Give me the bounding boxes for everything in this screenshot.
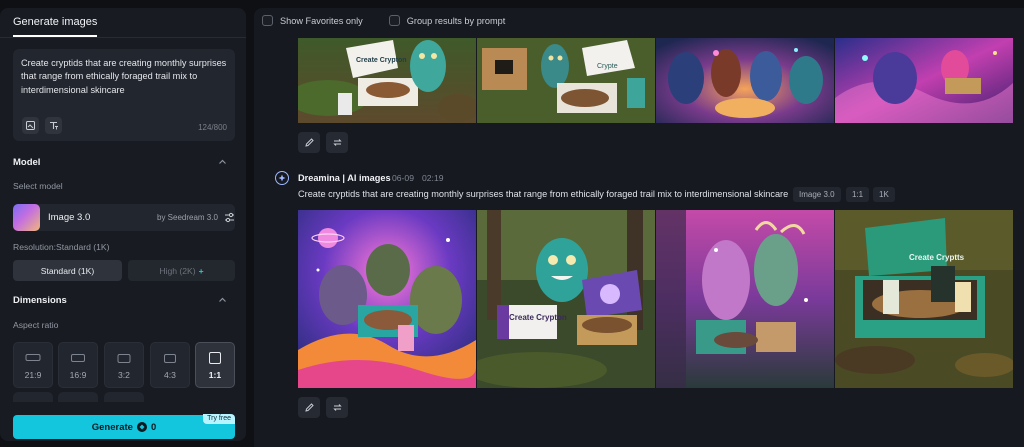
generated-image[interactable] — [835, 38, 1013, 123]
prompt-input[interactable]: Create cryptids that are creating monthl… — [13, 49, 235, 141]
generated-image[interactable]: Create Crypton — [298, 38, 476, 123]
filter-bar: Show Favorites only Group results by pro… — [262, 15, 505, 26]
panel-header: Generate images — [0, 8, 246, 38]
generated-image[interactable]: Create Crypton — [477, 210, 655, 388]
image-ref-icon — [26, 121, 35, 130]
results-area: Show Favorites only Group results by pro… — [254, 8, 1024, 447]
group-by-prompt-label: Group results by prompt — [406, 15, 506, 26]
image-content: Create Cryptts — [835, 210, 1013, 388]
chevron-up-icon[interactable] — [218, 158, 227, 166]
ratio-3-2-button[interactable]: 3:2 — [104, 342, 144, 388]
resolution-high-button[interactable]: High (2K) + — [128, 260, 235, 281]
credit-icon — [136, 422, 147, 432]
author-name[interactable]: Dreamina | AI images — [298, 173, 391, 183]
edit-button[interactable] — [298, 397, 320, 418]
text-style-icon — [50, 121, 58, 130]
generation-prompt[interactable]: Create cryptids that are creating monthl… — [298, 189, 788, 199]
image-ref-button[interactable] — [22, 117, 39, 134]
generation-date: 06-09 — [392, 173, 414, 183]
plus-icon: + — [198, 265, 204, 276]
regenerate-button[interactable] — [326, 397, 348, 418]
dreamina-logo-icon — [275, 171, 289, 185]
generate-button[interactable]: Generate 0 Try free — [13, 414, 235, 439]
ratio-label: 16:9 — [69, 370, 87, 380]
ratio-16-9-button[interactable]: 16:9 — [58, 342, 98, 388]
ratio-shape-icon — [164, 354, 176, 363]
resolution-standard-label: Standard (1K) — [40, 265, 95, 276]
text-style-button[interactable] — [45, 117, 62, 134]
box-label: Create Cryptts — [909, 253, 965, 262]
regenerate-icon — [332, 139, 342, 146]
image-content: Crypte — [477, 38, 655, 123]
generated-image[interactable] — [656, 210, 834, 388]
ratio-shape-icon — [117, 354, 131, 363]
edit-icon — [304, 403, 314, 412]
ratio-button-partial[interactable] — [104, 392, 144, 402]
ratio-label: 1:1 — [208, 370, 222, 380]
image-content — [656, 38, 834, 123]
model-section-title: Model — [13, 157, 41, 168]
generated-image[interactable] — [656, 38, 834, 123]
ratio-shape-icon — [71, 354, 85, 362]
ratio-label: 21:9 — [24, 370, 42, 380]
generation-time: 02:19 — [422, 173, 444, 183]
regenerate-button[interactable] — [326, 132, 348, 153]
generate-label: Generate — [91, 421, 133, 433]
prompt-tools — [22, 117, 62, 134]
generate-panel: Generate images Create cryptids that are… — [0, 8, 246, 441]
resolution-standard-button[interactable]: Standard (1K) — [13, 260, 122, 281]
show-favorites-toggle[interactable]: Show Favorites only — [262, 15, 363, 26]
generated-image[interactable] — [298, 210, 476, 388]
box-label: Create Crypton — [509, 313, 567, 322]
edit-button[interactable] — [298, 132, 320, 153]
model-name: Image 3.0 — [48, 212, 91, 223]
model-selector[interactable]: Image 3.0 by Seedream 3.0 — [13, 204, 235, 231]
model-thumbnail — [13, 204, 40, 231]
ratio-label: 3:2 — [118, 370, 130, 380]
checkbox[interactable] — [262, 15, 273, 26]
generated-image[interactable]: Crypte — [477, 38, 655, 123]
ratio-21-9-button[interactable]: 21:9 — [13, 342, 53, 388]
image-content: Create Crypton — [298, 38, 476, 123]
ratio-shape-icon — [209, 352, 221, 364]
edit-icon — [304, 138, 314, 147]
chevron-up-icon[interactable] — [218, 296, 227, 304]
aspect-ratio-label: Aspect ratio — [13, 320, 59, 330]
generated-image[interactable]: Create Cryptts — [835, 210, 1013, 388]
regenerate-icon — [332, 404, 342, 411]
show-favorites-label: Show Favorites only — [280, 15, 363, 26]
settings-sliders-icon[interactable] — [224, 212, 235, 223]
tag-model: Image 3.0 — [793, 187, 841, 202]
tag-ratio: 1:1 — [846, 187, 870, 202]
box-label: Crypte — [597, 63, 618, 70]
image-content — [835, 38, 1013, 123]
image-content — [656, 210, 834, 388]
box-label: Create Crypton — [356, 57, 407, 64]
prompt-text[interactable]: Create cryptids that are creating monthl… — [21, 57, 227, 97]
checkbox[interactable] — [388, 15, 400, 26]
image-content — [298, 210, 476, 388]
dimensions-section-title: Dimensions — [13, 295, 67, 306]
select-model-label: Select model — [13, 181, 63, 191]
ratio-1-1-button[interactable]: 1:1 — [195, 342, 235, 388]
ratio-button-partial[interactable] — [58, 392, 98, 402]
resolution-label: Resolution:Standard (1K) — [13, 242, 110, 252]
ratio-label: 4:3 — [164, 370, 176, 380]
group-by-prompt-toggle[interactable]: Group results by prompt — [388, 15, 506, 26]
ratio-4-3-button[interactable]: 4:3 — [150, 342, 190, 388]
tag-resolution: 1K — [873, 187, 895, 202]
model-provider: by Seedream 3.0 — [157, 213, 218, 222]
generate-cost: 0 — [150, 421, 157, 433]
ratio-shape-icon — [25, 354, 41, 361]
tab-generate-images[interactable]: Generate images — [13, 16, 98, 37]
try-free-badge: Try free — [203, 414, 235, 424]
char-count: 124/800 — [198, 123, 227, 132]
ratio-button-partial[interactable] — [13, 392, 53, 402]
resolution-high-label: High (2K) — [159, 265, 196, 276]
image-content: Create Crypton — [477, 210, 655, 388]
